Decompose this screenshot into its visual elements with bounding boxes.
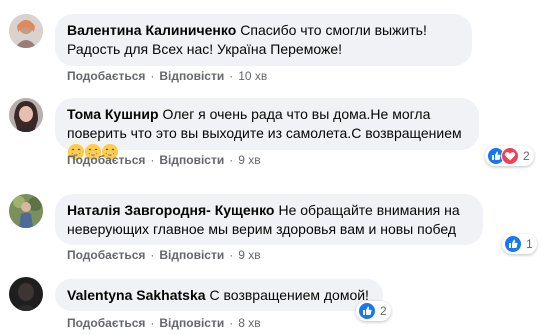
love-icon [501, 147, 519, 165]
reaction-count: 2 [380, 304, 387, 318]
separator: · [150, 153, 155, 167]
comment-actions: Подобається · Відповісти · 8 хв [67, 315, 261, 331]
timestamp[interactable]: 10 хв [238, 69, 267, 83]
comment-bubble: Valentyna Sakhatska С возвращением домой! [55, 279, 383, 311]
timestamp[interactable]: 9 хв [238, 248, 260, 262]
reply-button[interactable]: Відповісти [159, 69, 224, 83]
comment-bubble: Наталія Завгородня- Кущенко Не обращайте … [55, 194, 483, 245]
timestamp[interactable]: 9 хв [238, 153, 260, 167]
separator: · [229, 153, 234, 167]
reply-button[interactable]: Відповісти [159, 316, 224, 330]
like-button[interactable]: Подобається [67, 316, 145, 330]
comment-text: С возвращением домой! [209, 287, 369, 303]
comment-author[interactable]: Valentyna Sakhatska [67, 287, 206, 303]
comment-bubble: Валентина Калиниченко Спасибо что смогли … [55, 14, 472, 66]
reaction-summary[interactable]: 1 [502, 234, 537, 254]
separator: · [229, 248, 234, 262]
reaction-summary[interactable]: 2 [485, 146, 534, 166]
separator: · [150, 248, 155, 262]
like-button[interactable]: Подобається [67, 248, 145, 262]
comment-author[interactable]: Валентина Калиниченко [67, 22, 236, 38]
separator: · [229, 69, 234, 83]
reply-button[interactable]: Відповісти [159, 248, 224, 262]
comment-actions: Подобається · Відповісти · 10 хв [67, 68, 267, 84]
avatar[interactable] [9, 194, 43, 228]
comment-actions: Подобається · Відповісти · 9 хв [67, 247, 261, 263]
timestamp[interactable]: 8 хв [238, 316, 260, 330]
like-icon [504, 235, 522, 253]
like-button[interactable]: Подобається [67, 153, 145, 167]
reaction-count: 1 [526, 237, 533, 251]
reaction-count: 2 [523, 149, 530, 163]
like-button[interactable]: Подобається [67, 69, 145, 83]
separator: · [150, 316, 155, 330]
avatar[interactable] [9, 98, 43, 132]
like-icon [358, 302, 376, 320]
comment-author[interactable]: Наталія Завгородня- Кущенко [67, 202, 274, 218]
avatar[interactable] [9, 277, 43, 311]
comment-bubble: Тома Кушнир Олег я очень рада что вы дома… [55, 98, 479, 160]
comment-actions: Подобається · Відповісти · 9 хв [67, 152, 261, 168]
reaction-summary[interactable]: 2 [356, 301, 391, 321]
reply-button[interactable]: Відповісти [159, 153, 224, 167]
separator: · [150, 69, 155, 83]
comment-author[interactable]: Тома Кушнир [67, 106, 159, 122]
separator: · [229, 316, 234, 330]
avatar[interactable] [9, 14, 43, 48]
